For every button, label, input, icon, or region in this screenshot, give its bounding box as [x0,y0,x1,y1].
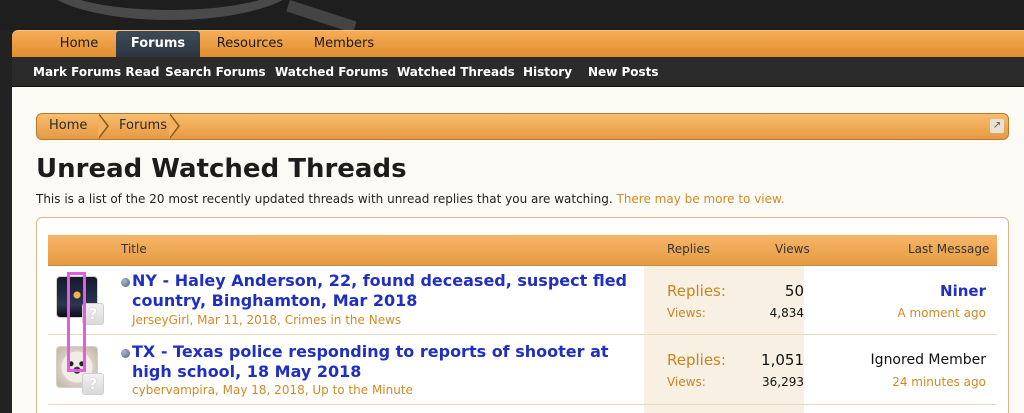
jump-to-page-icon[interactable]: ↗ [990,119,1004,133]
header-last-message[interactable]: Last Message [908,235,989,265]
breadcrumb-separator-icon [169,114,180,139]
replies-count: 50 [784,282,804,300]
thread-meta: JerseyGirl, Mar 11, 2018, Crimes in the … [132,313,402,327]
unread-indicator-icon [121,349,130,358]
more-to-view-link[interactable]: There may be more to view. [616,192,784,206]
thread-list: Title Replies Views Last Message ? NY - … [36,217,1009,413]
tab-resources[interactable]: Resources [208,31,292,58]
replies-count: 1,051 [761,351,804,369]
main-navigation: Home Forums Resources Members [12,30,1024,58]
header-title[interactable]: Title [121,235,147,265]
thread-title-link[interactable]: TX - Texas police responding to reports … [132,342,652,382]
thread-forum-link[interactable]: Crimes in the News [285,313,401,327]
tab-forums[interactable]: Forums [116,31,200,58]
header-replies[interactable]: Replies [667,235,710,265]
breadcrumb-separator-icon [98,114,109,139]
sub-navigation: Mark Forums Read Search Forums Watched F… [12,57,1024,87]
views-label: Views: [667,375,706,389]
thread-meta: cybervampira, May 18, 2018, Up to the Mi… [132,383,413,397]
thread-forum-link[interactable]: Up to the Minute [312,383,413,397]
views-label: Views: [667,306,706,320]
page-title: Unread Watched Threads [36,154,407,184]
breadcrumb-forums[interactable]: Forums [119,114,167,139]
thread-list-header: Title Replies Views Last Message [48,235,997,266]
watched-forums-link[interactable]: Watched Forums [275,57,388,87]
last-poster-ignored: Ignored Member [870,352,986,368]
description-text: This is a list of the 20 most recently u… [36,192,613,206]
thread-author-link[interactable]: JerseyGirl [132,313,190,327]
mark-forums-read-link[interactable]: Mark Forums Read [33,57,159,87]
thread-date: May 18, 2018 [222,383,305,397]
views-count: 36,293 [762,375,804,389]
last-message-time-link[interactable]: 24 minutes ago [892,375,986,389]
thread-title-link[interactable]: NY - Haley Anderson, 22, found deceased,… [132,271,652,311]
table-row: ? NY - Haley Anderson, 22, found decease… [48,266,997,335]
views-count: 4,834 [769,306,804,320]
replies-label: Replies: [667,282,726,300]
last-message-time-link[interactable]: A moment ago [897,306,986,320]
tab-members[interactable]: Members [304,31,384,58]
last-poster-link[interactable]: Niner [940,282,986,300]
breadcrumb-home[interactable]: Home [49,114,87,139]
watched-threads-link[interactable]: Watched Threads [397,57,515,87]
history-link[interactable]: History [523,57,572,87]
page-description: This is a list of the 20 most recently u… [36,192,785,206]
thread-date: Mar 11, 2018 [197,313,278,327]
table-row: ? TX - Texas police responding to report… [48,336,997,405]
breadcrumb: Home Forums ↗ [36,113,1009,140]
thread-author-link[interactable]: cybervampira [132,383,215,397]
replies-label: Replies: [667,351,726,369]
highlight-annotation-box [67,272,86,372]
unread-indicator-icon [121,278,130,287]
new-posts-link[interactable]: New Posts [588,57,659,87]
magnifying-glass-handle [286,0,357,34]
header-views[interactable]: Views [775,235,810,265]
magnifying-glass-logo [40,0,300,20]
search-forums-link[interactable]: Search Forums [165,57,266,87]
last-poster-mini-avatar[interactable]: ? [82,373,104,395]
main-content: Home Forums ↗ Unread Watched Threads Thi… [12,87,1024,413]
site-header-banner [0,0,1024,34]
tab-home[interactable]: Home [48,31,110,58]
